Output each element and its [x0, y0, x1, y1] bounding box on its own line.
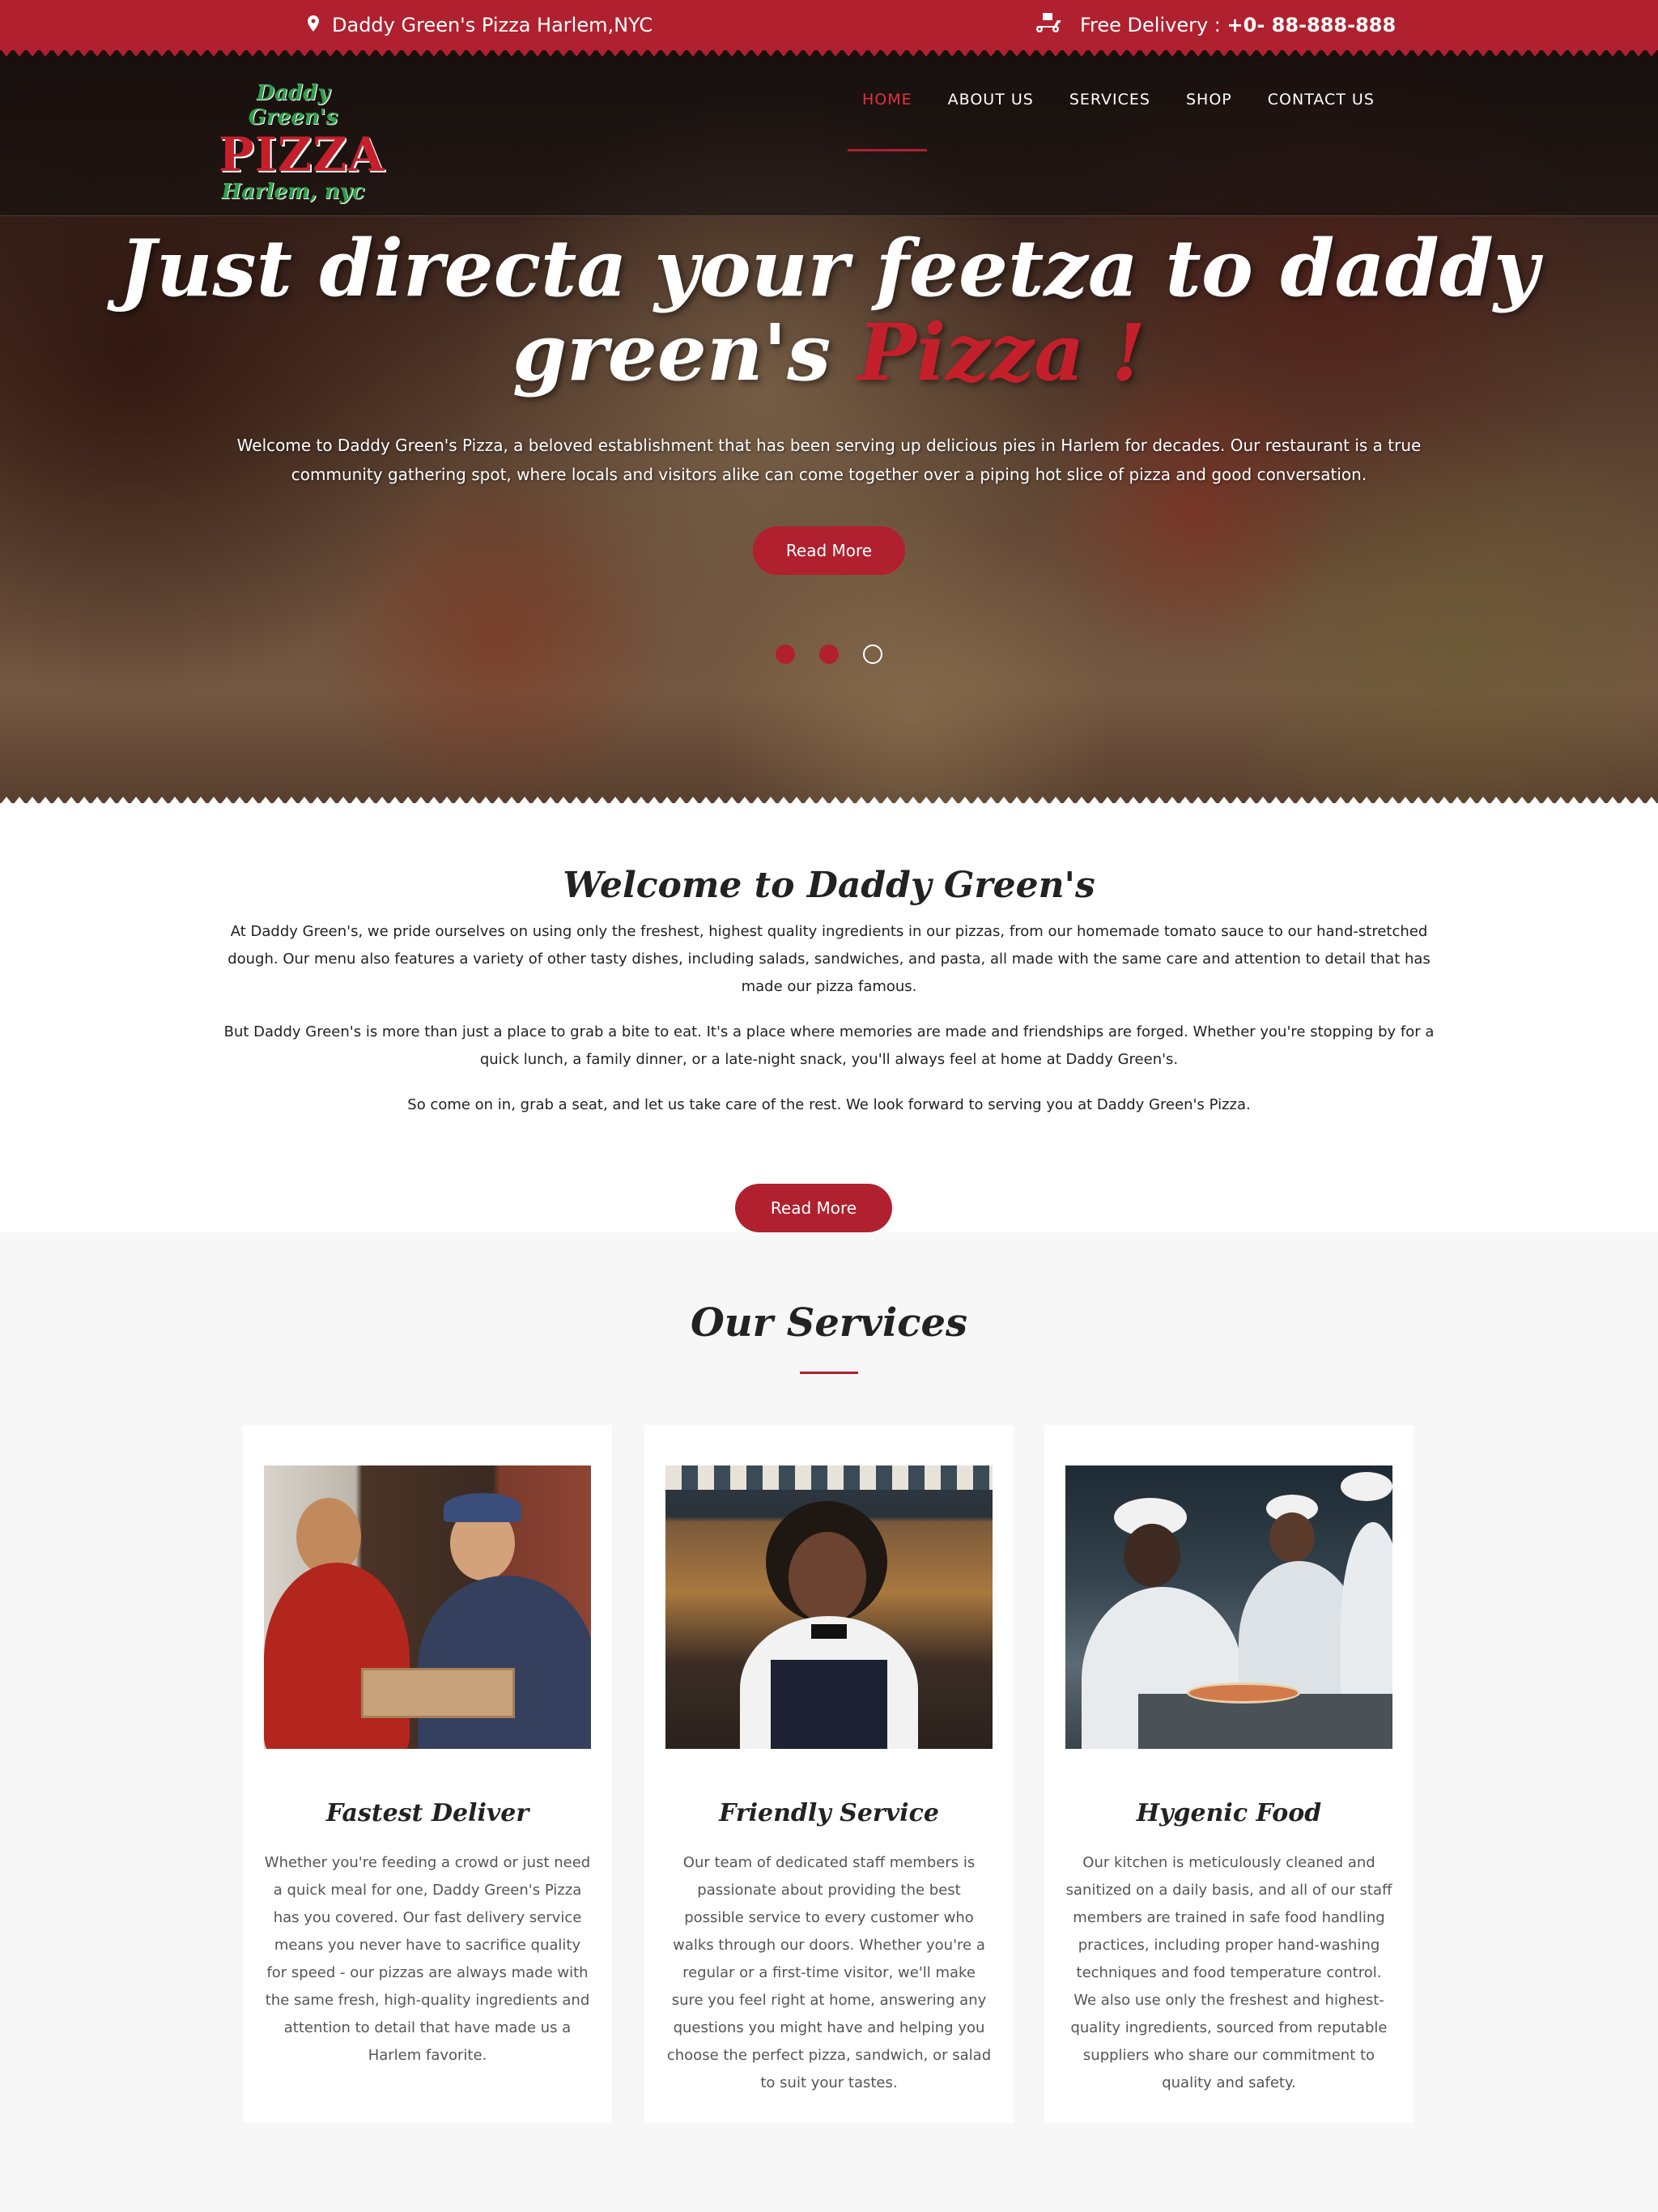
main-nav: HOME ABOUT US SERVICES SHOP CONTACT US	[848, 91, 1410, 154]
welcome-read-more-button[interactable]: Read More	[735, 1184, 892, 1232]
service-card-delivery: Fastest Deliver Whether you're feeding a…	[243, 1425, 612, 2123]
delivery-scooter-icon	[1033, 11, 1062, 39]
logo-line-2: PIZZA	[219, 127, 385, 182]
delivery-label: Free Delivery :	[1080, 14, 1221, 36]
hero-title-line-1: Just directa your feetza to daddy	[119, 223, 1539, 314]
services-title: Our Services	[690, 1300, 968, 1346]
delivery-photo	[264, 1465, 591, 1749]
services-title-underline	[800, 1372, 858, 1374]
hero-title-line-2: green's	[512, 307, 831, 398]
welcome-paragraph-2: But Daddy Green's is more than just a pl…	[223, 1023, 1435, 1068]
service-card-hygenic: Hygenic Food Our kitchen is meticulously…	[1044, 1425, 1414, 2123]
zigzag-divider-bottom	[0, 792, 1658, 805]
location-text: Daddy Green's Pizza Harlem,NYC	[332, 14, 653, 36]
logo-line-3: Harlem, nyc	[221, 180, 365, 204]
slider-dot-3[interactable]	[863, 644, 882, 664]
zigzag-divider-top	[0, 49, 1658, 62]
nav-about-us[interactable]: ABOUT US	[948, 91, 1034, 154]
logo-line-1: Daddy Green's	[248, 81, 338, 130]
service-card-text: Our kitchen is meticulously cleaned and …	[1065, 1854, 1392, 2091]
header-divider	[0, 215, 1658, 216]
delivery-phone[interactable]: +0- 88-888-888	[1227, 14, 1397, 36]
nav-services[interactable]: SERVICES	[1069, 91, 1150, 154]
hero-description: Welcome to Daddy Green's Pizza, a belove…	[236, 436, 1422, 484]
slider-dots	[776, 644, 882, 664]
welcome-paragraph-3: So come on in, grab a seat, and let us t…	[407, 1096, 1251, 1113]
service-card-title: Hygenic Food	[1136, 1799, 1322, 1827]
waitress-photo	[665, 1465, 993, 1749]
delivery-info: Free Delivery : +0- 88-888-888	[1033, 0, 1396, 50]
slider-dot-1[interactable]	[776, 644, 795, 664]
nav-contact-us[interactable]: CONTACT US	[1268, 91, 1375, 154]
welcome-title: Welcome to Daddy Green's	[563, 865, 1095, 906]
slider-dot-2[interactable]	[819, 644, 839, 664]
service-card-title: Fastest Deliver	[325, 1799, 529, 1827]
top-bar: Daddy Green's Pizza Harlem,NYC Free Deli…	[0, 0, 1658, 50]
service-card-title: Friendly Service	[719, 1799, 939, 1827]
hero-title: Just directa your feetza to daddy green'…	[0, 227, 1658, 395]
service-card-text: Our team of dedicated staff members is p…	[666, 1854, 992, 2091]
hero-read-more-button[interactable]: Read More	[753, 526, 905, 575]
site-logo[interactable]: Daddy Green's PIZZA Harlem, nyc	[219, 81, 385, 204]
service-card-text: Whether you're feeding a crowd or just n…	[264, 1854, 591, 2064]
services-section: Our Services Fastest Deliver Whether you…	[0, 1232, 1658, 2212]
map-pin-icon	[308, 14, 319, 36]
hero-title-accent: Pizza !	[857, 307, 1146, 398]
nav-shop[interactable]: SHOP	[1186, 91, 1232, 154]
location-info: Daddy Green's Pizza Harlem,NYC	[308, 0, 653, 50]
nav-home[interactable]: HOME	[848, 91, 927, 154]
welcome-paragraph-1: At Daddy Green's, we pride ourselves on …	[227, 923, 1431, 995]
service-card-friendly: Friendly Service Our team of dedicated s…	[644, 1425, 1014, 2123]
chefs-photo	[1065, 1465, 1392, 1749]
